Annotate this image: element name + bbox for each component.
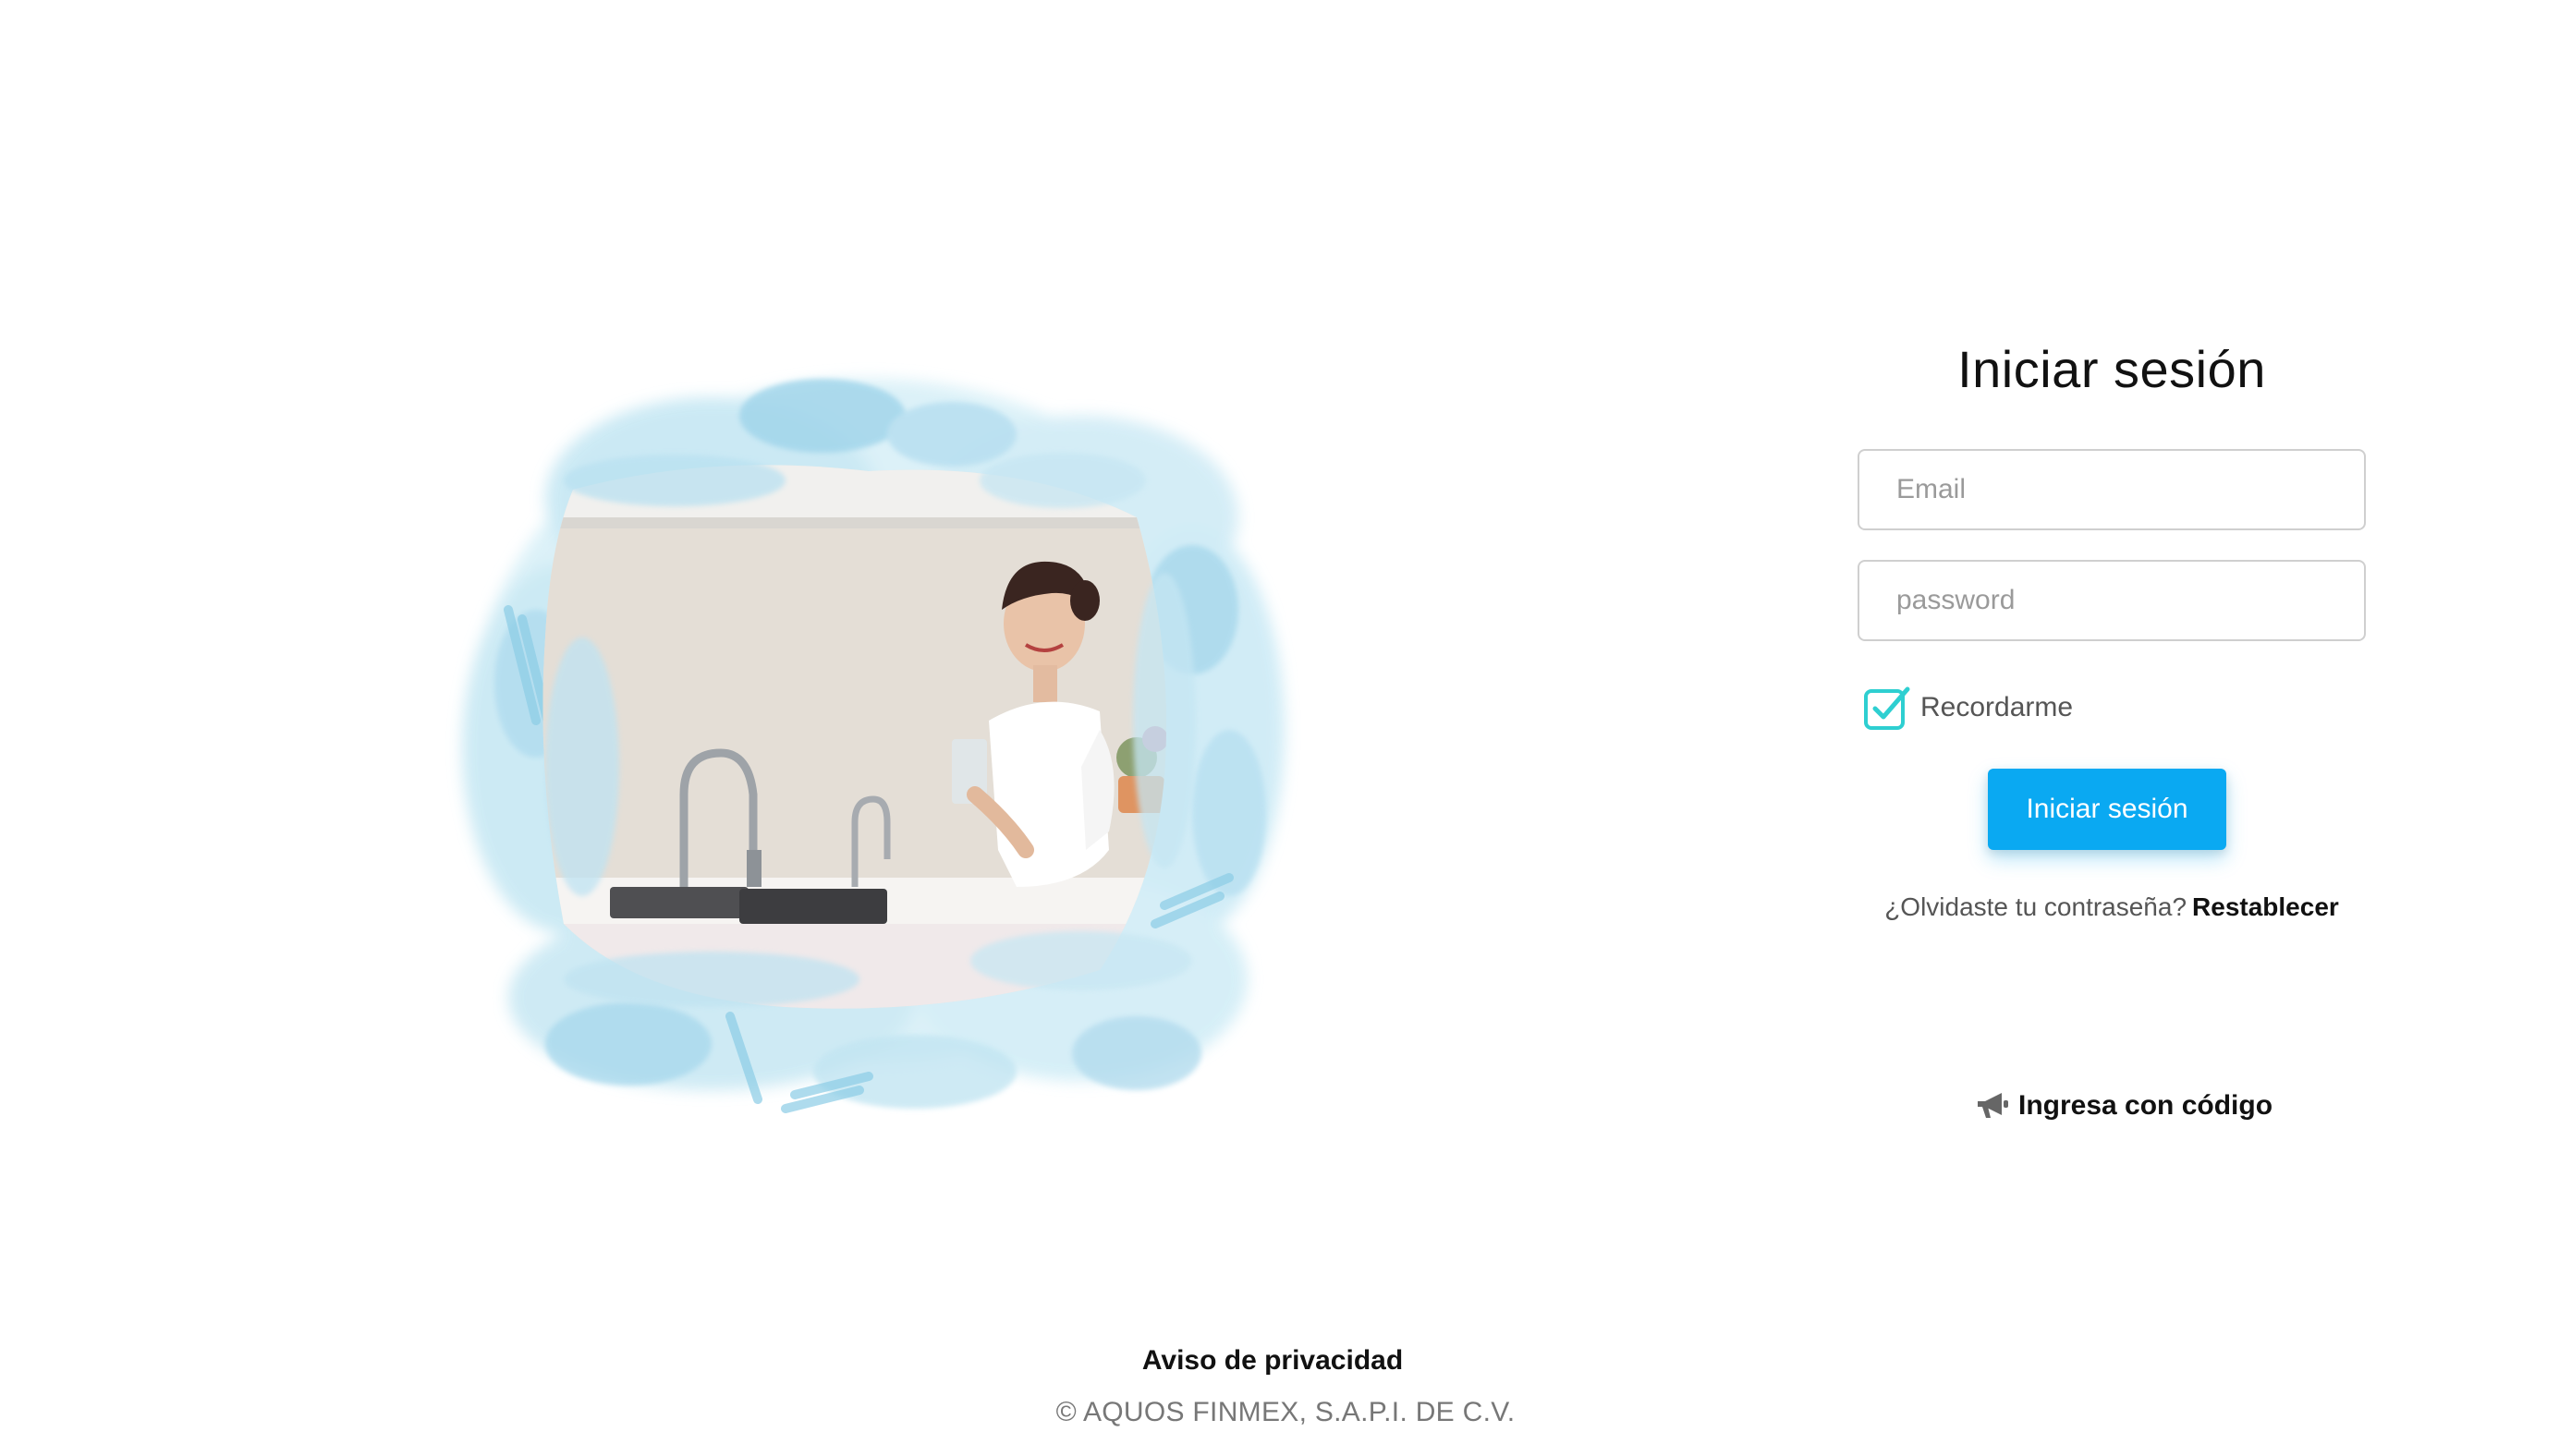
login-title: Iniciar sesión <box>1957 340 2266 398</box>
checkbox-checked-icon[interactable] <box>1863 684 1911 732</box>
submit-row: Iniciar sesión <box>1858 769 2366 850</box>
login-with-code-link[interactable]: Ingresa con código <box>1976 1090 2272 1122</box>
reset-password-link[interactable]: Restablecer <box>2192 892 2339 921</box>
hero-illustration <box>434 333 1303 1127</box>
login-page: Iniciar sesión Recordarme Iniciar sesión… <box>0 0 2571 1456</box>
footer-privacy: Aviso de privacidad <box>0 1345 2571 1377</box>
hero-image <box>462 379 1285 1113</box>
login-form: Iniciar sesión Recordarme Iniciar sesión… <box>1858 333 2366 922</box>
login-with-code-label: Ingresa con código <box>2018 1090 2273 1121</box>
password-input[interactable] <box>1858 560 2366 641</box>
remember-me-label: Recordarme <box>1920 692 2074 722</box>
forgot-password-text: ¿Olvidaste tu contraseña? <box>1884 892 2187 921</box>
footer-copyright: © AQUOS FINMEX, S.A.P.I. DE C.V. <box>1055 1397 1516 1427</box>
megaphone-icon <box>1978 1093 2008 1118</box>
login-button[interactable]: Iniciar sesión <box>1988 769 2226 850</box>
remember-me-checkbox[interactable]: Recordarme <box>1858 682 2366 734</box>
email-input[interactable] <box>1858 449 2366 530</box>
forgot-password: ¿Olvidaste tu contraseña? Restablecer <box>1858 892 2366 922</box>
privacy-notice-link[interactable]: Aviso de privacidad <box>1142 1345 1403 1376</box>
